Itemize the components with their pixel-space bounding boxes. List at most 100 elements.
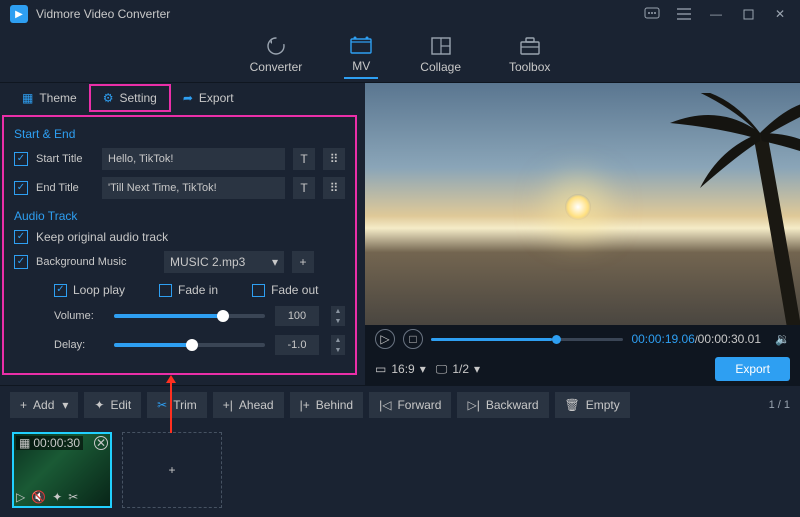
music-select[interactable]: MUSIC 2.mp3 ▾: [164, 251, 284, 273]
play-icon: ▷: [380, 332, 389, 346]
close-button[interactable]: ✕: [770, 4, 790, 24]
edit-button[interactable]: ✦Edit: [84, 392, 141, 418]
startend-label: Start & End: [14, 127, 345, 141]
background-music-checkbox[interactable]: [14, 255, 28, 269]
toolbox-icon: [519, 36, 541, 56]
chevron-down-icon: ▾: [474, 362, 480, 376]
start-title-checkbox[interactable]: [14, 152, 28, 166]
keep-original-checkbox[interactable]: [14, 230, 28, 244]
text-icon: T: [300, 152, 307, 166]
aspect-icon: ▭: [375, 362, 386, 376]
tab-converter-label: Converter: [250, 60, 303, 74]
volume-slider[interactable]: [114, 314, 265, 318]
app-title: Vidmore Video Converter: [36, 7, 170, 21]
empty-button[interactable]: 🗑Empty: [555, 392, 630, 418]
wand-icon: ✦: [94, 398, 104, 412]
collage-icon: [430, 36, 452, 56]
loop-checkbox[interactable]: [54, 284, 67, 297]
volume-label: Volume:: [54, 310, 104, 322]
palm-graphic: [660, 93, 800, 325]
tab-converter[interactable]: Converter: [244, 32, 309, 78]
end-title-checkbox[interactable]: [14, 181, 28, 195]
theme-icon: ▦: [22, 91, 33, 105]
delay-stepper[interactable]: ▲▼: [331, 335, 345, 355]
background-music-label: Background Music: [36, 256, 156, 268]
ahead-button[interactable]: +|Ahead: [213, 392, 284, 418]
plus-icon: +: [168, 463, 175, 477]
seek-slider[interactable]: [431, 338, 623, 341]
start-title-input[interactable]: [102, 148, 285, 170]
add-clip-slot[interactable]: +: [122, 432, 222, 508]
clip-play-icon[interactable]: ▷: [16, 490, 25, 504]
stop-button[interactable]: □: [403, 329, 423, 349]
backward-button[interactable]: ▷|Backward: [457, 392, 548, 418]
tab-mv[interactable]: MV: [344, 31, 378, 79]
tab-collage-label: Collage: [420, 60, 461, 74]
behind-button[interactable]: |+Behind: [290, 392, 364, 418]
start-expand-button[interactable]: ⠿: [323, 148, 345, 170]
clip-mute-icon[interactable]: 🔇: [31, 490, 46, 504]
annotation-arrow: [170, 383, 172, 433]
mv-icon: [350, 35, 372, 55]
arrow-left-icon: +|: [223, 398, 233, 412]
forward-button[interactable]: |◁Forward: [369, 392, 451, 418]
scissors-icon: ✂: [157, 398, 167, 412]
menu-icon[interactable]: [674, 4, 694, 24]
aspect-value: 16:9: [391, 362, 414, 376]
volume-icon[interactable]: 🔉: [775, 332, 790, 346]
subtab-setting-label: Setting: [119, 91, 156, 105]
aspect-ratio-select[interactable]: ▭ 16:9 ▾: [375, 362, 426, 376]
close-icon: ✕: [96, 436, 106, 450]
delay-value: -1.0: [275, 335, 319, 355]
plus-icon: +: [20, 398, 27, 412]
page-select[interactable]: 🖵 1/2 ▾: [436, 362, 480, 377]
audio-label: Audio Track: [14, 209, 345, 223]
fadeout-checkbox[interactable]: [252, 284, 265, 297]
play-button[interactable]: ▷: [375, 329, 395, 349]
export-icon: ➦: [183, 91, 193, 105]
settings-panel: Start & End Start Title T ⠿ End Title T …: [2, 115, 357, 375]
maximize-button[interactable]: [738, 4, 758, 24]
fadein-checkbox[interactable]: [159, 284, 172, 297]
timecode: 00:00:19.06/00:00:30.01: [631, 332, 761, 346]
converter-icon: [265, 36, 287, 56]
add-music-button[interactable]: +: [292, 251, 314, 273]
minimize-button[interactable]: —: [706, 4, 726, 24]
export-button[interactable]: Export: [715, 357, 790, 381]
end-title-label: End Title: [36, 182, 94, 194]
clip-wand-icon[interactable]: ✦: [52, 490, 62, 504]
end-expand-button[interactable]: ⠿: [323, 177, 345, 199]
subtab-export-label: Export: [199, 91, 234, 105]
subtab-export[interactable]: ➦ Export: [171, 86, 246, 110]
total-time: 00:00:30.01: [698, 332, 761, 346]
volume-stepper[interactable]: ▲▼: [331, 306, 345, 326]
end-title-input[interactable]: [102, 177, 285, 199]
sun-graphic: [565, 194, 591, 220]
subtab-theme[interactable]: ▦ Theme: [10, 86, 89, 110]
tab-toolbox[interactable]: Toolbox: [503, 32, 556, 78]
monitor-icon: 🖵: [436, 362, 448, 377]
clip-delete-button[interactable]: ✕: [94, 436, 108, 450]
start-title-label: Start Title: [36, 153, 94, 165]
delay-slider[interactable]: [114, 343, 265, 347]
volume-value: 100: [275, 306, 319, 326]
end-font-button[interactable]: T: [293, 177, 315, 199]
current-time: 00:00:19.06: [631, 332, 694, 346]
start-font-button[interactable]: T: [293, 148, 315, 170]
tab-collage[interactable]: Collage: [414, 32, 467, 78]
chevron-down-icon: ▾: [420, 362, 426, 376]
add-button[interactable]: +Add▾: [10, 392, 78, 418]
fadein-label: Fade in: [178, 283, 218, 297]
trim-button[interactable]: ✂Trim: [147, 392, 207, 418]
delay-label: Delay:: [54, 339, 104, 351]
page-value: 1/2: [452, 362, 469, 376]
gear-icon: ⚙: [103, 91, 114, 105]
feedback-icon[interactable]: [642, 4, 662, 24]
app-logo: ▶: [10, 5, 28, 23]
loop-label: Loop play: [73, 283, 125, 297]
clip-scissors-icon[interactable]: ✂: [68, 490, 78, 504]
timeline-clip[interactable]: ▦00:00:30 ✕ ▷ 🔇 ✦ ✂: [12, 432, 112, 508]
video-preview[interactable]: [365, 83, 800, 325]
subtab-setting[interactable]: ⚙ Setting: [89, 84, 171, 112]
stop-icon: □: [409, 332, 416, 346]
